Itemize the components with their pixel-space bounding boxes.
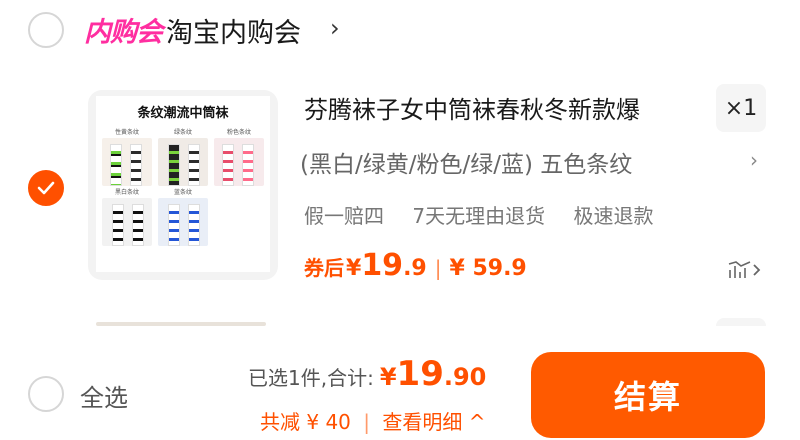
thumbnail-variant: 性黄条纹: [102, 128, 152, 186]
total-summary: 已选1件,合计: ¥ 19 .90: [248, 354, 486, 394]
service-tag: 7天无理由退货: [412, 204, 546, 228]
product-spec[interactable]: (黑白/绿黄/粉色/绿/蓝) 五色条纹: [300, 145, 632, 179]
price-currency: ¥: [346, 256, 362, 281]
total-currency: ¥: [379, 363, 397, 391]
service-tag: 假一赔四: [304, 204, 384, 228]
thumbnail-variant: 蓝条纹: [158, 188, 208, 246]
checkout-button[interactable]: 结算: [531, 352, 765, 438]
item-select-radio[interactable]: [28, 170, 64, 206]
total-decimal: .90: [443, 363, 487, 391]
discount-summary[interactable]: 共减 ¥ 40 | 查看明细 ^: [260, 406, 485, 435]
quantity-badge[interactable]: ×1: [716, 84, 766, 132]
original-price: ¥ 59.9: [449, 256, 527, 281]
price-trend-button[interactable]: [728, 258, 768, 282]
chevron-right-icon: [753, 264, 761, 276]
price-separator: |: [434, 256, 442, 280]
store-name[interactable]: 淘宝内购会: [166, 11, 301, 50]
price-row: 券后 ¥ 19 .9 | ¥ 59.9: [304, 248, 527, 288]
checkmark-icon: [37, 181, 55, 195]
service-tag: 极速退款: [573, 204, 654, 228]
selected-count: 已选1件,合计:: [248, 366, 374, 390]
total-integer: 19: [396, 354, 444, 394]
select-all-radio[interactable]: [28, 376, 64, 412]
thumbnail-variant: 绿条纹: [158, 128, 208, 186]
discount-amount: 共减 ¥ 40: [260, 410, 351, 434]
price-label: 券后: [304, 256, 344, 280]
store-header: 内购会 淘宝内购会 ›: [0, 0, 800, 60]
product-title[interactable]: 芬腾袜子女中筒袜春秋冬新款爆: [304, 90, 704, 125]
thumbnail-variant: 黑白条纹: [102, 188, 152, 246]
view-details-link[interactable]: 查看明细 ^: [382, 410, 485, 434]
chevron-right-icon[interactable]: ›: [330, 14, 340, 42]
product-thumbnail[interactable]: 条纹潮流中筒袜 性黄条纹 绿条纹 粉色条纹 黑白条纹 蓝条纹: [88, 90, 278, 280]
store-select-radio[interactable]: [28, 12, 64, 48]
price-trend-icon: [728, 261, 751, 278]
chevron-right-icon[interactable]: ›: [750, 148, 758, 172]
price-integer: 19: [361, 248, 404, 283]
price-decimal: .9: [403, 256, 427, 281]
service-tags: 假一赔四 7天无理由退货 极速退款: [304, 200, 675, 229]
select-all-label[interactable]: 全选: [80, 378, 128, 413]
thumbnail-title: 条纹潮流中筒袜: [137, 106, 229, 121]
store-badge: 内购会: [84, 17, 163, 48]
discount-separator: |: [363, 410, 370, 434]
thumbnail-variant: 粉色条纹: [214, 128, 264, 186]
